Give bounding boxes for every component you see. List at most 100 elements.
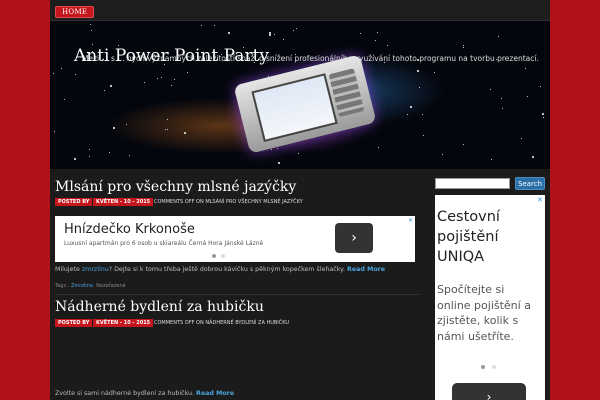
star-dot [463, 144, 464, 145]
star-dot [463, 47, 464, 48]
star-dot [167, 119, 168, 120]
star-dot [89, 149, 90, 150]
star-dot [157, 78, 158, 79]
star-dot [543, 117, 544, 118]
sidebar-ad[interactable]: ✕ Cestovní pojištění UNIQA Spočítejte si… [435, 195, 545, 400]
header-phone-image [233, 54, 377, 154]
star-dot [91, 30, 92, 31]
star-dot [407, 114, 408, 115]
star-dot [89, 156, 90, 157]
star-dot [171, 85, 172, 86]
star-dot [532, 156, 534, 158]
ad-arrow-icon[interactable]: › [335, 223, 373, 253]
star-dot [527, 96, 528, 97]
star-dot [387, 45, 388, 46]
main-content: Mlsání pro všechny mlsné jazýčky POSTED … [50, 170, 425, 400]
star-dot [61, 68, 62, 69]
star-dot [278, 162, 280, 164]
star-dot [174, 79, 175, 80]
star-dot [144, 82, 145, 83]
star-dot [442, 154, 443, 155]
sidebar-ad-title[interactable]: Cestovní pojištění UNIQA [437, 207, 537, 267]
excerpt-text: Zvolte si sami nádherné bydlení za hubič… [55, 390, 196, 397]
star-dot [104, 90, 105, 91]
star-dot [161, 77, 162, 78]
star-dot [283, 39, 284, 40]
post-title-link[interactable]: Mlsání pro všechny mlsné jazýčky [55, 179, 296, 195]
star-dot [165, 129, 166, 130]
post-excerpt: Zvolte si sami nádherné bydlení za hubič… [55, 390, 420, 397]
ad-close-icon[interactable]: ✕ [537, 196, 543, 204]
star-dot [501, 98, 502, 99]
star-dot [74, 158, 76, 160]
star-dot [184, 132, 186, 134]
star-dot [110, 85, 112, 87]
tags-label: Tags : [55, 283, 71, 289]
post-date-badge: KVĚTEN - 10 - 2015 [93, 198, 154, 206]
star-dot [491, 159, 492, 160]
ad-close-icon[interactable]: ✕ [408, 217, 413, 224]
star-dot [525, 68, 526, 69]
carousel-dot-active[interactable] [481, 365, 485, 369]
star-dot [269, 34, 271, 36]
category-link[interactable]: Nezařazené [96, 283, 126, 289]
star-dot [293, 30, 294, 31]
read-more-link[interactable]: Read More [347, 266, 385, 273]
star-dot [54, 131, 55, 132]
site-title[interactable]: Anti Power Point Party [74, 46, 269, 66]
star-dot [434, 72, 435, 73]
carousel-dot-active[interactable] [212, 254, 216, 258]
star-dot [490, 89, 491, 90]
posted-by-label: POSTED BY [55, 198, 93, 206]
star-dot [187, 72, 188, 73]
star-dot [201, 25, 202, 26]
ad-subtitle[interactable]: Luxusní apartmán pro 6 osob u skiareálu … [64, 240, 263, 247]
post-excerpt: Milujete zmrzlinu? Dejte si k tomu třeba… [55, 266, 420, 273]
star-dot [64, 99, 65, 100]
star-dot [360, 33, 361, 34]
post-meta: POSTED BY KVĚTEN - 10 - 2015 COMMENTS OF… [55, 198, 415, 206]
search-input[interactable] [435, 178, 510, 189]
site-header: Mezi ... s ... ných významných záležitos… [50, 21, 550, 169]
post-meta: POSTED BY KVĚTEN - 10 - 2015 COMMENTS OF… [55, 319, 415, 327]
star-dot [296, 28, 297, 29]
carousel-dot[interactable] [221, 254, 225, 258]
star-dot [419, 87, 420, 88]
star-dot [502, 108, 503, 109]
post-date-badge: KVĚTEN - 10 - 2015 [93, 319, 154, 327]
star-dot [126, 124, 127, 125]
search-button[interactable]: Search [515, 177, 545, 190]
sidebar-ad-text[interactable]: Spočítejte si online pojištění a zjistět… [437, 282, 541, 344]
post-divider [55, 294, 420, 295]
excerpt-link[interactable]: zmrzlinu [82, 266, 109, 273]
star-dot [377, 32, 378, 33]
star-dot [271, 149, 272, 150]
star-dot [463, 45, 464, 46]
ad-arrow-icon[interactable]: › [452, 383, 526, 400]
comments-status: COMMENTS OFF ON MLSÁNÍ PRO VŠECHNY MLSNÉ… [154, 199, 303, 205]
star-dot [90, 24, 91, 25]
ad-title[interactable]: Hnízdečko Krkonoše [64, 222, 195, 237]
read-more-link[interactable]: Read More [196, 390, 234, 397]
carousel-dot[interactable] [492, 365, 496, 369]
star-dot [410, 106, 412, 108]
posted-by-label: POSTED BY [55, 319, 93, 327]
star-dot [422, 114, 423, 115]
sidebar: Search ✕ Cestovní pojištění UNIQA Spočít… [430, 170, 550, 400]
star-dot [498, 36, 499, 37]
star-dot [167, 129, 168, 130]
star-dot [542, 113, 544, 115]
star-dot [277, 148, 278, 149]
star-dot [53, 73, 54, 74]
ad-banner[interactable]: Hnízdečko Krkonoše Luxusní apartmán pro … [55, 216, 415, 262]
star-dot [75, 74, 76, 75]
tag-link[interactable]: Zmrzlina [71, 283, 93, 289]
post-tags: Tags : Zmrzlina Nezařazené [55, 283, 126, 289]
post-title-link[interactable]: Nádherné bydlení za hubičku [55, 299, 264, 315]
excerpt-text: Milujete [55, 266, 82, 273]
star-dot [269, 32, 271, 34]
star-dot [109, 152, 110, 153]
top-navigation: HOME [50, 0, 550, 21]
star-dot [298, 153, 299, 154]
home-nav-button[interactable]: HOME [55, 6, 95, 18]
